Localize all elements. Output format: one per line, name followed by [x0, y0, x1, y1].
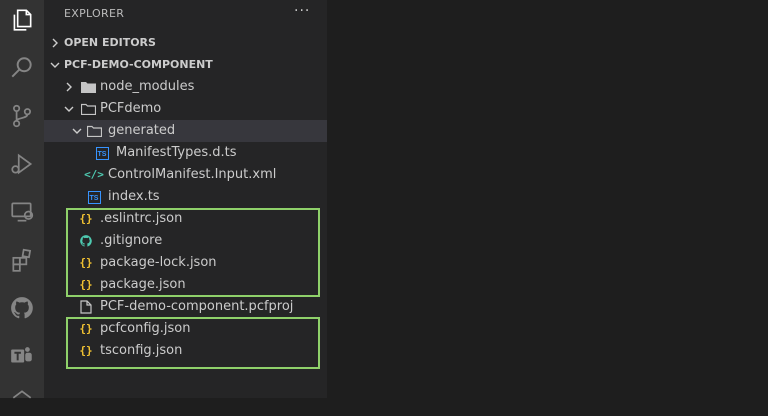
git-file-icon — [78, 230, 94, 252]
extensions-icon[interactable] — [6, 244, 38, 276]
accounts-icon[interactable] — [6, 384, 38, 416]
project-section-header[interactable]: PCF-DEMO-COMPONENT — [44, 54, 327, 76]
tree-item-label: package-lock.json — [100, 255, 217, 270]
xml-file-icon: </> — [84, 168, 104, 181]
tree-item-pcfproj[interactable]: PCF-demo-component.pcfproj — [44, 296, 327, 318]
tree-item-label: node_modules — [100, 79, 195, 94]
teams-icon[interactable] — [6, 340, 38, 372]
tree-item-label: tsconfig.json — [100, 343, 183, 358]
tree-item-label: package.json — [100, 277, 186, 292]
json-file-icon: {} — [79, 212, 93, 225]
tree-item-pcfconfig[interactable]: {} pcfconfig.json — [44, 318, 327, 340]
remote-explorer-icon[interactable] — [6, 196, 38, 228]
json-file-icon: {} — [79, 344, 93, 357]
tree-item-package-lock[interactable]: {} package-lock.json — [44, 252, 327, 274]
tree-item-label: .gitignore — [100, 233, 163, 248]
source-control-icon[interactable] — [6, 100, 38, 132]
tree-item-label: PCF-demo-component.pcfproj — [100, 299, 294, 314]
tree-item-tsconfig[interactable]: {} tsconfig.json — [44, 340, 327, 362]
json-file-icon: {} — [79, 256, 93, 269]
tree-item-label: PCFdemo — [100, 101, 162, 116]
chevron-down-icon — [62, 98, 76, 120]
tree-item-label: generated — [108, 123, 176, 138]
chevron-right-icon — [48, 32, 62, 54]
json-file-icon: {} — [79, 278, 93, 291]
tree-item-manifest-types[interactable]: TS ManifestTypes.d.ts — [44, 142, 327, 164]
run-debug-icon[interactable] — [6, 148, 38, 180]
tree-item-package-json[interactable]: {} package.json — [44, 274, 327, 296]
project-label: PCF-DEMO-COMPONENT — [64, 58, 213, 71]
chevron-down-icon — [70, 120, 84, 142]
chevron-down-icon — [48, 54, 62, 76]
tree-item-label: index.ts — [108, 189, 160, 204]
tree-item-node-modules[interactable]: node_modules — [44, 76, 327, 98]
tree-item-label: pcfconfig.json — [100, 321, 191, 336]
file-icon — [78, 296, 94, 318]
explorer-title: EXPLORER — [64, 7, 125, 20]
tree-item-label: ManifestTypes.d.ts — [116, 145, 237, 160]
editor-area — [327, 0, 768, 398]
folder-open-icon — [80, 98, 96, 120]
tree-item-index-ts[interactable]: TS index.ts — [44, 186, 327, 208]
typescript-file-icon: TS — [94, 142, 110, 164]
open-editors-label: OPEN EDITORS — [64, 36, 156, 49]
tree-item-control-manifest[interactable]: </> ControlManifest.Input.xml — [44, 164, 327, 186]
github-icon[interactable] — [6, 292, 38, 324]
tree-item-pcfdemo[interactable]: PCFdemo — [44, 98, 327, 120]
activity-bar — [0, 0, 44, 399]
chevron-right-icon — [62, 76, 76, 98]
tree-item-generated[interactable]: generated — [44, 120, 327, 142]
tree-item-gitignore[interactable]: .gitignore — [44, 230, 327, 252]
explorer-files-icon[interactable] — [6, 4, 38, 36]
json-file-icon: {} — [79, 322, 93, 335]
more-actions-button[interactable]: ··· — [294, 3, 310, 19]
search-icon[interactable] — [6, 52, 38, 84]
folder-icon — [80, 76, 96, 98]
folder-open-icon — [86, 120, 102, 142]
tree-item-label: ControlManifest.Input.xml — [108, 167, 277, 182]
open-editors-section-header[interactable]: OPEN EDITORS — [44, 32, 327, 54]
tree-item-label: .eslintrc.json — [100, 211, 183, 226]
tree-item-eslintrc[interactable]: {} .eslintrc.json — [44, 208, 327, 230]
typescript-file-icon: TS — [86, 186, 102, 208]
